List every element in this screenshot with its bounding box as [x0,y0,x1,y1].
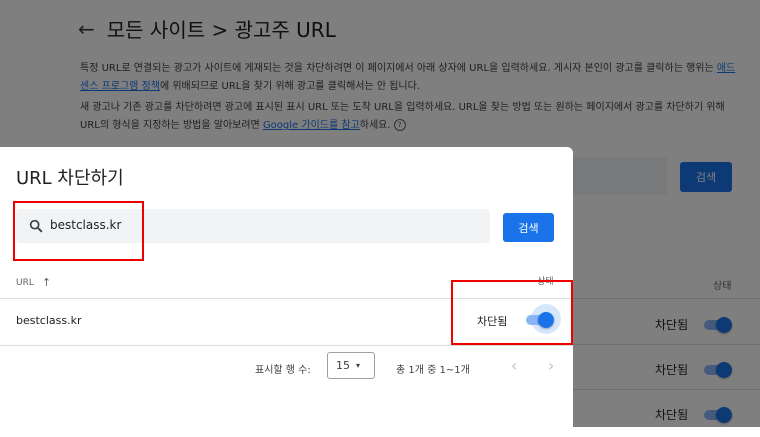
pagination: 표시할 행 수: 15 ▾ 총 1개 중 1~1개 ‹ › [0,352,573,382]
chevron-down-icon: ▾ [356,361,361,370]
page-range: 총 1개 중 1~1개 [396,365,470,376]
annotation-box-toggle [451,280,573,345]
divider [0,345,573,346]
url-column-header[interactable]: URL ↑ [16,276,51,289]
next-page-button[interactable]: › [548,356,554,375]
row-url: bestclass.kr [16,314,82,327]
annotation-box-search [13,201,144,261]
dialog-title: URL 차단하기 [16,168,124,189]
previous-page-button[interactable]: ‹ [511,356,517,375]
sort-ascending-icon[interactable]: ↑ [42,276,51,289]
rows-per-page-select[interactable]: 15 ▾ [327,352,375,379]
rows-per-page-label: 표시할 행 수: [255,365,311,376]
search-button[interactable]: 검색 [503,213,554,242]
